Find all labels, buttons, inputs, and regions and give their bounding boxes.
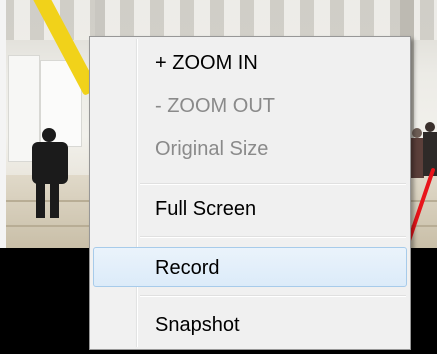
menu-item-label: Record: [155, 257, 220, 279]
background-person-head: [425, 122, 435, 132]
person-leg: [50, 182, 59, 218]
context-menu: + ZOOM IN - ZOOM OUT Original Size Full …: [89, 36, 411, 350]
menu-separator: [140, 295, 406, 297]
background-person-body: [423, 132, 437, 176]
menu-item-zoom-in[interactable]: + ZOOM IN: [93, 45, 407, 81]
menu-item-snapshot[interactable]: Snapshot: [93, 307, 407, 343]
menu-item-label: Original Size: [155, 138, 269, 160]
camera-view-window: + ZOOM IN - ZOOM OUT Original Size Full …: [0, 0, 443, 354]
background-person-head: [412, 128, 422, 138]
menu-item-label: - ZOOM OUT: [155, 95, 275, 117]
menu-separator: [140, 236, 406, 238]
window-border: [437, 0, 443, 354]
menu-item-label: Snapshot: [155, 314, 240, 336]
person-body: [32, 142, 68, 184]
menu-item-label: Full Screen: [155, 198, 257, 220]
background-person-body: [410, 138, 424, 178]
menu-item-label: + ZOOM IN: [155, 52, 258, 74]
person-head: [42, 128, 56, 142]
menu-separator: [140, 183, 406, 185]
menu-item-record[interactable]: Record: [93, 247, 407, 287]
menu-item-full-screen[interactable]: Full Screen: [93, 191, 407, 227]
window-border: [0, 0, 6, 248]
menu-item-zoom-out[interactable]: - ZOOM OUT: [93, 88, 407, 124]
menu-item-original-size[interactable]: Original Size: [93, 131, 407, 167]
person-leg: [36, 182, 45, 218]
